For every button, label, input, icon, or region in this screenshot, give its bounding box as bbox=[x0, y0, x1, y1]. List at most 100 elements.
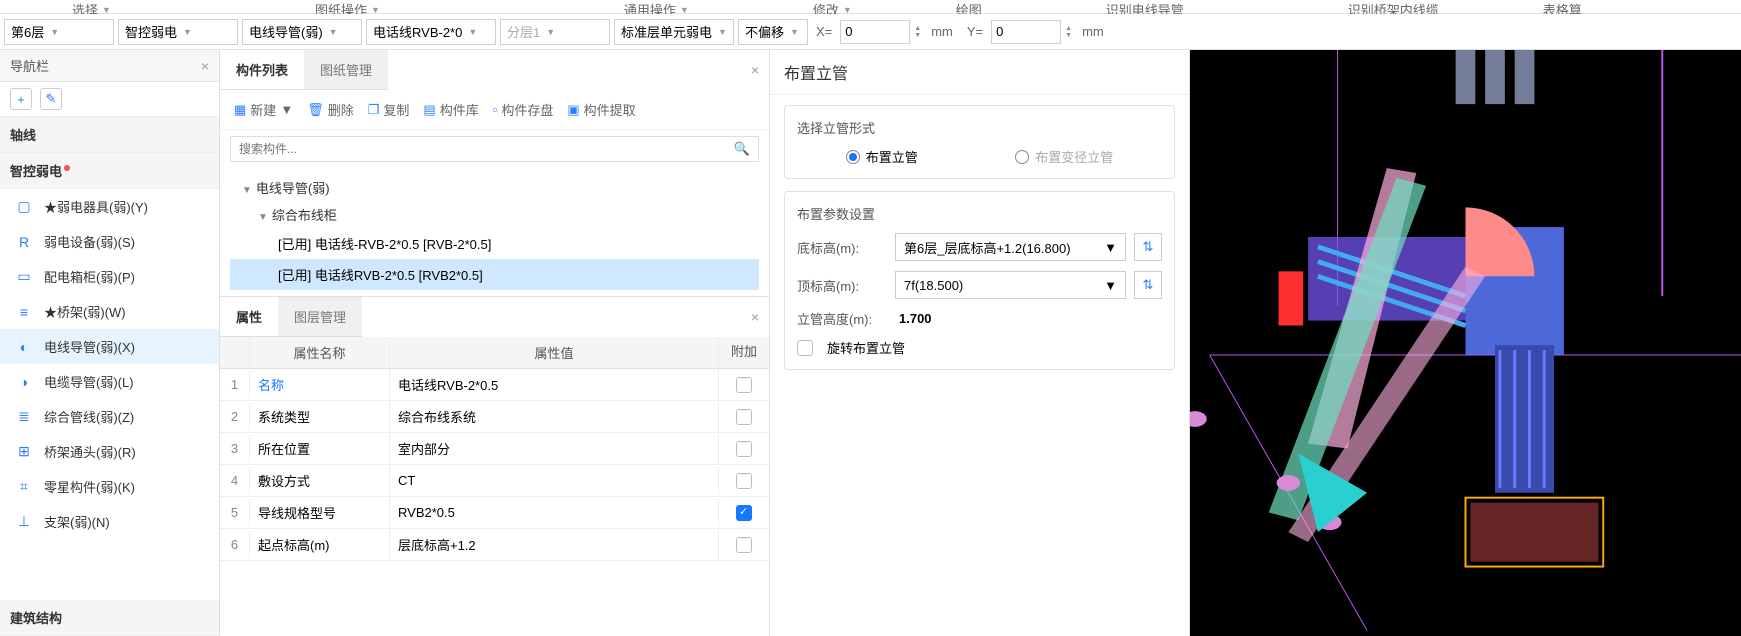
section-struct[interactable]: 建筑结构 bbox=[0, 600, 219, 636]
caret-down-icon: ▼ bbox=[680, 5, 689, 15]
checkbox-icon[interactable] bbox=[736, 377, 752, 393]
row-add[interactable] bbox=[719, 404, 769, 429]
tab-layer-mgmt[interactable]: 图层管理 bbox=[278, 297, 362, 336]
copy-button[interactable]: ❐复制 bbox=[364, 98, 414, 121]
nav-item-panel[interactable]: ▭配电箱柜(弱)(P) bbox=[0, 259, 219, 294]
property-row[interactable]: 2系统类型综合布线系统 bbox=[220, 401, 769, 433]
checkbox-icon[interactable] bbox=[736, 473, 752, 489]
radio-place-riser[interactable]: 布置立管 bbox=[846, 147, 918, 166]
row-add[interactable] bbox=[719, 532, 769, 557]
spinner-icon[interactable]: ▲▼ bbox=[914, 25, 921, 39]
delete-button[interactable]: 🗑删除 bbox=[303, 98, 358, 121]
caret-down-icon: ▼ bbox=[1104, 240, 1117, 255]
top-elev-input[interactable]: 7f(18.500)▼ bbox=[895, 271, 1126, 299]
pick-bottom-button[interactable]: ⇅ bbox=[1134, 233, 1162, 261]
search-icon[interactable]: 🔍 bbox=[734, 141, 750, 157]
nav-item-wire-conduit[interactable]: ◐电线导管(弱)(X) bbox=[0, 329, 219, 364]
property-row[interactable]: 1名称电话线RVB-2*0.5 bbox=[220, 369, 769, 401]
save-button[interactable]: ▫构件存盘 bbox=[489, 98, 558, 121]
row-index: 6 bbox=[220, 531, 250, 558]
new-button[interactable]: ▦新建▼ bbox=[230, 98, 297, 121]
conduit-combo[interactable]: 电线导管(弱)▼ bbox=[242, 19, 362, 45]
viewport-3d[interactable] bbox=[1190, 50, 1741, 636]
row-value[interactable]: CT bbox=[390, 467, 719, 494]
extract-button[interactable]: ▣构件提取 bbox=[563, 98, 639, 121]
rotate-checkbox[interactable] bbox=[797, 340, 813, 356]
riser-form-label: 选择立管形式 bbox=[797, 118, 1162, 137]
cable-combo[interactable]: 电话线RVB-2*0▼ bbox=[366, 19, 496, 45]
tab-component-list[interactable]: 构件列表 bbox=[220, 50, 304, 89]
section-weak[interactable]: 智控弱电 bbox=[0, 153, 219, 189]
checkbox-icon[interactable] bbox=[736, 409, 752, 425]
row-add[interactable] bbox=[719, 500, 769, 525]
nav-item-fixture[interactable]: ▢★弱电器具(弱)(Y) bbox=[0, 189, 219, 224]
search-component[interactable]: 🔍 bbox=[230, 136, 759, 162]
tab-properties[interactable]: 属性 bbox=[220, 297, 278, 336]
property-row[interactable]: 3所在位置室内部分 bbox=[220, 433, 769, 465]
offset-combo[interactable]: 不偏移▼ bbox=[738, 19, 808, 45]
row-index: 5 bbox=[220, 499, 250, 526]
row-value[interactable]: 电话线RVB-2*0.5 bbox=[390, 369, 719, 400]
checkbox-icon[interactable] bbox=[736, 505, 752, 521]
row-index: 1 bbox=[220, 371, 250, 398]
tab-drawing-mgmt[interactable]: 图纸管理 bbox=[304, 50, 388, 89]
row-value[interactable]: 综合布线系统 bbox=[390, 401, 719, 432]
row-name: 起点标高(m) bbox=[250, 529, 390, 560]
property-row[interactable]: 4敷设方式CT bbox=[220, 465, 769, 497]
floor-combo[interactable]: 第6层▼ bbox=[4, 19, 114, 45]
close-icon[interactable]: × bbox=[201, 58, 209, 74]
caret-down-icon: ▼ bbox=[102, 5, 111, 15]
nav-item-misc[interactable]: ⌗零星构件(弱)(K) bbox=[0, 469, 219, 504]
nav-item-fitting[interactable]: ⊞桥架通头(弱)(R) bbox=[0, 434, 219, 469]
row-index: 2 bbox=[220, 403, 250, 430]
tree-leaf-1[interactable]: [已用] 电话线-RVB-2*0.5 [RVB-2*0.5] bbox=[230, 228, 759, 259]
pick-top-button[interactable]: ⇅ bbox=[1134, 271, 1162, 299]
caret-down-icon: ▼ bbox=[790, 27, 799, 37]
nav-item-cabletray[interactable]: ≡★桥架(弱)(W) bbox=[0, 294, 219, 329]
panel-icon: ▭ bbox=[14, 268, 34, 285]
unit-combo[interactable]: 标准层单元弱电▼ bbox=[614, 19, 734, 45]
row-name: 所在位置 bbox=[250, 433, 390, 464]
cable-icon: ◑ bbox=[14, 374, 34, 390]
row-add[interactable] bbox=[719, 468, 769, 493]
add-icon[interactable]: + bbox=[10, 88, 32, 110]
row-name: 敷设方式 bbox=[250, 465, 390, 496]
caret-down-icon: ▼ bbox=[50, 27, 59, 37]
close-icon[interactable]: × bbox=[741, 56, 769, 84]
checkbox-icon[interactable] bbox=[736, 441, 752, 457]
row-name: 系统类型 bbox=[250, 401, 390, 432]
tree-group[interactable]: ▼综合布线柜 bbox=[230, 201, 759, 228]
row-value[interactable]: 层底标高+1.2 bbox=[390, 529, 719, 560]
y-label: Y= bbox=[963, 24, 987, 39]
layer-combo[interactable]: 分层1▼ bbox=[500, 19, 610, 45]
nav-item-support[interactable]: ⊥支架(弱)(N) bbox=[0, 504, 219, 539]
row-value[interactable]: RVB2*0.5 bbox=[390, 499, 719, 526]
radio-on-icon bbox=[846, 150, 860, 164]
close-icon[interactable]: × bbox=[741, 303, 769, 331]
search-input[interactable] bbox=[239, 142, 734, 156]
property-row[interactable]: 6起点标高(m)层底标高+1.2 bbox=[220, 529, 769, 561]
edit-icon[interactable]: ✎ bbox=[40, 88, 62, 110]
row-value[interactable]: 室内部分 bbox=[390, 433, 719, 464]
tray-icon: ≡ bbox=[14, 304, 34, 320]
property-row[interactable]: 5导线规格型号RVB2*0.5 bbox=[220, 497, 769, 529]
checkbox-icon[interactable] bbox=[736, 537, 752, 553]
unit-mm: mm bbox=[925, 24, 959, 39]
library-button[interactable]: ▤构件库 bbox=[419, 98, 482, 121]
x-input[interactable] bbox=[840, 20, 910, 44]
row-add[interactable] bbox=[719, 372, 769, 397]
bottom-elev-input[interactable]: 第6层_层底标高+1.2(16.800)▼ bbox=[895, 233, 1126, 261]
spinner-icon[interactable]: ▲▼ bbox=[1065, 25, 1072, 39]
section-axis[interactable]: 轴线 bbox=[0, 117, 219, 153]
nav-item-combined[interactable]: ≣综合管线(弱)(Z) bbox=[0, 399, 219, 434]
radio-variable-riser[interactable]: 布置变径立管 bbox=[1015, 147, 1113, 166]
tree-root[interactable]: ▼电线导管(弱) bbox=[230, 174, 759, 201]
system-combo[interactable]: 智控弱电▼ bbox=[118, 19, 238, 45]
row-add[interactable] bbox=[719, 436, 769, 461]
nav-item-equipment[interactable]: R弱电设备(弱)(S) bbox=[0, 224, 219, 259]
nav-item-cable-conduit[interactable]: ◑电缆导管(弱)(L) bbox=[0, 364, 219, 399]
nav-title: 导航栏 bbox=[10, 56, 49, 75]
viewport-svg bbox=[1190, 50, 1741, 631]
y-input[interactable] bbox=[991, 20, 1061, 44]
tree-leaf-2[interactable]: [已用] 电话线RVB-2*0.5 [RVB2*0.5] bbox=[230, 259, 759, 290]
